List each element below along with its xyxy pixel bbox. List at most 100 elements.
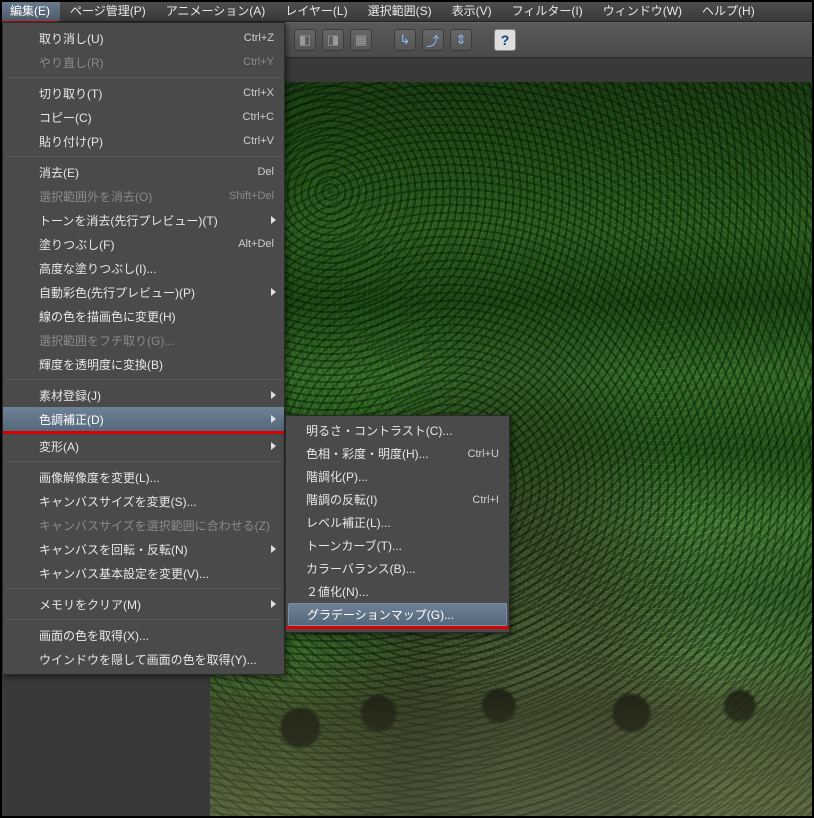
menu-item-label: キャンバスサイズを変更(S)...: [39, 493, 274, 510]
edit-menu-item-31[interactable]: ウインドウを隠して画面の色を取得(Y)...: [3, 647, 284, 671]
toolbar-button-1[interactable]: ◧: [294, 29, 316, 51]
color-correction-submenu: 明るさ・コントラスト(C)... 色相・彩度・明度(H)... Ctrl+U 階調化(…: [285, 415, 510, 633]
menu-item-label: 輝度を透明度に変換(B): [39, 356, 274, 373]
menubar: 編集(E)ページ管理(P)アニメーション(A)レイヤー(L)選択範囲(S)表示(…: [0, 0, 814, 22]
menu-item-label: キャンバスを回転・反転(N): [39, 541, 274, 558]
edit-menu-item-8: 選択範囲外を消去(O) Shift+Del: [3, 184, 284, 208]
submenu-item-label: グラデーションマップ(G)...: [307, 606, 496, 623]
edit-menu-dropdown: 取り消し(U) Ctrl+Z やり直し(R) Ctrl+Y 切り取り(T) Ctrl+X コ…: [2, 22, 285, 675]
menu-item-shortcut: Alt+Del: [238, 238, 274, 250]
menu-separator: [5, 588, 282, 589]
edit-menu-item-26[interactable]: キャンバス基本設定を変更(V)...: [3, 561, 284, 585]
menubar-item-3[interactable]: レイヤー(L): [275, 0, 357, 21]
menubar-item-5[interactable]: 表示(V): [442, 0, 502, 21]
edit-menu-item-12[interactable]: 自動彩色(先行プレビュー)(P): [3, 280, 284, 304]
menubar-item-6[interactable]: フィルター(I): [502, 0, 593, 21]
menu-separator: [5, 77, 282, 78]
edit-menu-item-9[interactable]: トーンを消去(先行プレビュー)(T): [3, 208, 284, 232]
submenu-item-shortcut: Ctrl+I: [472, 494, 499, 506]
toolbar-snap-3[interactable]: ⇕: [450, 29, 472, 51]
toolbar-button-2[interactable]: ◨: [322, 29, 344, 51]
menu-item-label: キャンバスサイズを選択範囲に合わせる(Z): [39, 517, 274, 534]
edit-menu-item-15[interactable]: 輝度を透明度に変換(B): [3, 352, 284, 376]
edit-menu-item-24: キャンバスサイズを選択範囲に合わせる(Z): [3, 513, 284, 537]
menubar-item-0[interactable]: 編集(E): [0, 0, 60, 21]
menu-item-label: 変形(A): [39, 438, 274, 455]
submenu-item-label: 色相・彩度・明度(H)...: [306, 445, 456, 462]
edit-menu-item-11[interactable]: 高度な塗りつぶし(I)...: [3, 256, 284, 280]
menu-separator: [5, 619, 282, 620]
menu-item-label: 選択範囲外を消去(O): [39, 188, 217, 205]
chevron-right-icon: [271, 391, 276, 399]
edit-menu-item-22[interactable]: 画像解像度を変更(L)...: [3, 465, 284, 489]
edit-menu-item-28[interactable]: メモリをクリア(M): [3, 592, 284, 616]
menubar-item-2[interactable]: アニメーション(A): [156, 0, 276, 21]
submenu-item-label: ２値化(N)...: [306, 583, 499, 600]
submenu-item-2[interactable]: 階調化(P)...: [286, 465, 509, 488]
menu-item-label: やり直し(R): [39, 54, 231, 71]
edit-menu-item-23[interactable]: キャンバスサイズを変更(S)...: [3, 489, 284, 513]
edit-menu-item-13[interactable]: 線の色を描画色に変更(H): [3, 304, 284, 328]
submenu-item-1[interactable]: 色相・彩度・明度(H)... Ctrl+U: [286, 442, 509, 465]
edit-menu-item-20[interactable]: 変形(A): [3, 434, 284, 458]
menubar-item-1[interactable]: ページ管理(P): [60, 0, 156, 21]
chevron-right-icon: [271, 442, 276, 450]
submenu-item-shortcut: Ctrl+U: [468, 448, 499, 460]
menubar-item-8[interactable]: ヘルプ(H): [692, 0, 765, 21]
edit-menu-item-0[interactable]: 取り消し(U) Ctrl+Z: [3, 26, 284, 50]
submenu-item-7[interactable]: ２値化(N)...: [286, 580, 509, 603]
menu-item-label: 画面の色を取得(X)...: [39, 627, 274, 644]
menu-item-label: 高度な塗りつぶし(I)...: [39, 260, 274, 277]
menu-item-shortcut: Ctrl+X: [243, 87, 274, 99]
submenu-item-label: トーンカーブ(T)...: [306, 537, 499, 554]
edit-menu-item-4[interactable]: コピー(C)Ctrl+C: [3, 105, 284, 129]
edit-menu-item-10[interactable]: 塗りつぶし(F)Alt+Del: [3, 232, 284, 256]
chevron-right-icon: [271, 216, 276, 224]
edit-menu-item-7[interactable]: 消去(E)Del: [3, 160, 284, 184]
menu-item-label: ウインドウを隠して画面の色を取得(Y)...: [39, 651, 274, 668]
menu-separator: [5, 156, 282, 157]
submenu-item-label: 明るさ・コントラスト(C)...: [306, 422, 499, 439]
annotation-underline: [286, 626, 509, 629]
edit-menu-item-17[interactable]: 素材登録(J): [3, 383, 284, 407]
menu-item-label: 切り取り(T): [39, 85, 231, 102]
menu-separator: [5, 461, 282, 462]
toolbar-snap-2[interactable]: ⤴: [422, 29, 444, 51]
submenu-item-label: レベル補正(L)...: [306, 514, 499, 531]
menu-item-shortcut: Ctrl+Z: [244, 32, 274, 44]
toolbar-snap-1[interactable]: ↳: [394, 29, 416, 51]
chevron-right-icon: [271, 288, 276, 296]
chevron-right-icon: [271, 415, 276, 423]
submenu-item-8[interactable]: グラデーションマップ(G)...: [288, 603, 507, 626]
menu-item-label: 貼り付け(P): [39, 133, 231, 150]
edit-menu-item-18[interactable]: 色調補正(D): [3, 407, 284, 431]
menu-item-shortcut: Ctrl+C: [243, 111, 274, 123]
menu-item-label: 素材登録(J): [39, 387, 274, 404]
menu-separator: [5, 379, 282, 380]
submenu-item-3[interactable]: 階調の反転(I) Ctrl+I: [286, 488, 509, 511]
edit-menu-item-3[interactable]: 切り取り(T) Ctrl+X: [3, 81, 284, 105]
menu-item-shortcut: Shift+Del: [229, 190, 274, 202]
edit-menu-item-30[interactable]: 画面の色を取得(X)...: [3, 623, 284, 647]
edit-menu-item-5[interactable]: 貼り付け(P)Ctrl+V: [3, 129, 284, 153]
menu-item-label: メモリをクリア(M): [39, 596, 274, 613]
submenu-item-label: 階調の反転(I): [306, 491, 460, 508]
menubar-item-4[interactable]: 選択範囲(S): [358, 0, 442, 21]
toolbar-button-3[interactable]: ▦: [350, 29, 372, 51]
submenu-item-label: カラーバランス(B)...: [306, 560, 499, 577]
menu-item-label: 自動彩色(先行プレビュー)(P): [39, 284, 274, 301]
edit-menu-item-25[interactable]: キャンバスを回転・反転(N): [3, 537, 284, 561]
help-icon: ?: [501, 32, 510, 48]
submenu-item-6[interactable]: カラーバランス(B)...: [286, 557, 509, 580]
chevron-right-icon: [271, 545, 276, 553]
chevron-right-icon: [271, 600, 276, 608]
edit-menu-item-1: やり直し(R) Ctrl+Y: [3, 50, 284, 74]
menu-item-shortcut: Ctrl+Y: [243, 56, 274, 68]
submenu-item-5[interactable]: トーンカーブ(T)...: [286, 534, 509, 557]
menu-item-label: トーンを消去(先行プレビュー)(T): [39, 212, 274, 229]
help-button[interactable]: ?: [494, 29, 516, 51]
submenu-item-4[interactable]: レベル補正(L)...: [286, 511, 509, 534]
submenu-item-0[interactable]: 明るさ・コントラスト(C)...: [286, 419, 509, 442]
menubar-item-7[interactable]: ウィンドウ(W): [593, 0, 692, 21]
menu-item-label: 取り消し(U): [39, 30, 232, 47]
